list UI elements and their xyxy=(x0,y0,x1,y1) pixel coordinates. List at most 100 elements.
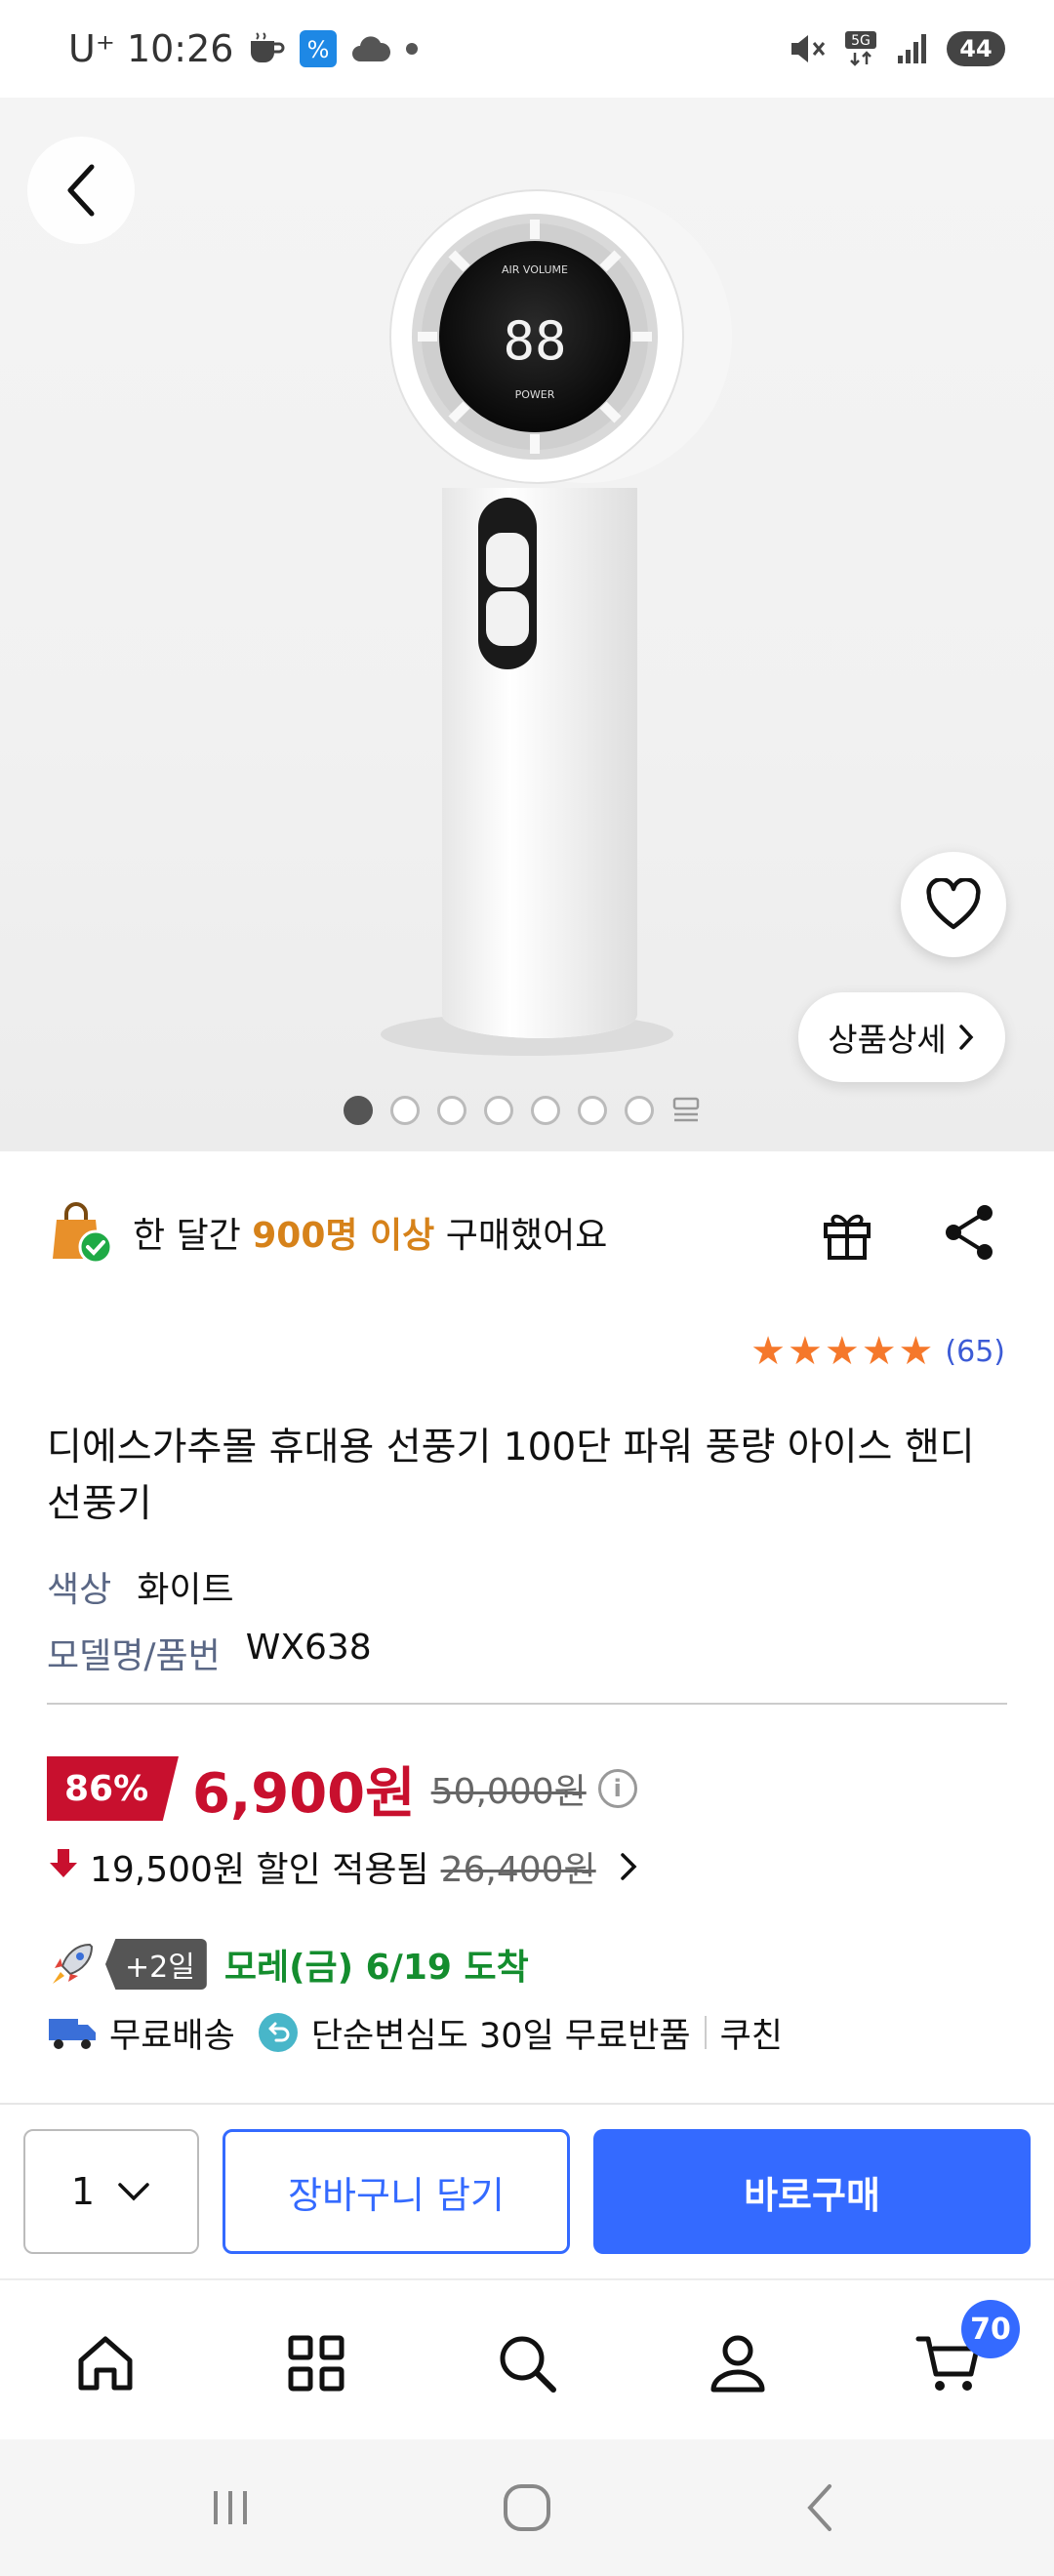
battery-indicator: 44 xyxy=(947,31,1005,66)
nav-home[interactable] xyxy=(66,2324,144,2402)
purchase-action-bar: 1 장바구니 담기 바로구매 xyxy=(0,2103,1054,2278)
share-button[interactable] xyxy=(925,1188,1013,1276)
rocket-icon xyxy=(53,1943,94,1984)
network-5g-icon: 5G xyxy=(843,29,878,68)
notification-dot-icon xyxy=(405,42,419,56)
grid-icon xyxy=(288,2335,345,2392)
delivery-eta-row: +2일 모레(금) 6/19 도착 xyxy=(47,1932,529,1996)
svg-text:5G: 5G xyxy=(851,33,871,49)
spec-color: 색상 화이트 xyxy=(47,1561,234,1612)
spec-key: 모델명/품번 xyxy=(47,1636,221,1676)
discount-detail-row[interactable]: 19,500원 할인 적용됨 26,400원 xyxy=(47,1834,643,1899)
separator xyxy=(704,2016,707,2049)
mute-icon xyxy=(789,31,826,66)
price-row: 86% 6,900원 50,000원 i xyxy=(47,1750,637,1828)
star-icon: ★ xyxy=(787,1329,823,1374)
add-to-cart-button[interactable]: 장바구니 담기 xyxy=(223,2129,570,2254)
discount-amount: 19,500원 할인 적용됨 xyxy=(90,1850,429,1890)
chevron-left-icon xyxy=(67,164,95,217)
star-icon: ★ xyxy=(750,1329,786,1374)
product-image-carousel[interactable]: AIR VOLUME 88 POWER 상품상세 xyxy=(0,98,1054,1151)
arrival-date: 모레(금) 6/19 도착 xyxy=(223,1948,529,1988)
purchase-stat-row: 한 달간 900명 이상 구매했어요 xyxy=(47,1188,1013,1276)
recents-icon xyxy=(214,2491,247,2524)
back-button[interactable] xyxy=(27,137,135,244)
carousel-indicator xyxy=(344,1096,701,1125)
rating-summary[interactable]: ★ ★ ★ ★ ★ (65) xyxy=(750,1332,1005,1371)
truck-icon xyxy=(49,2019,96,2049)
cloud-icon xyxy=(350,34,391,63)
spec-value: 화이트 xyxy=(137,1570,234,1610)
cart-count-badge: 70 xyxy=(961,2300,1020,2358)
divider xyxy=(47,1703,1007,1705)
pre-discount-price: 26,400원 xyxy=(440,1850,596,1890)
product-title: 디에스가추몰 휴대용 선풍기 100단 파워 풍량 아이스 핸디 선풍기 xyxy=(47,1426,975,1526)
gift-icon xyxy=(824,1214,871,1260)
carousel-dot[interactable] xyxy=(625,1096,654,1125)
star-icon: ★ xyxy=(898,1329,934,1374)
coupon-text: 쿠친 xyxy=(719,2016,784,2056)
status-left: U⁺ 10:26 % xyxy=(68,27,419,70)
spec-key: 색상 xyxy=(47,1570,112,1610)
recents-button[interactable] xyxy=(191,2478,269,2537)
carousel-dot[interactable] xyxy=(484,1096,513,1125)
purchase-stat-highlight: 900명 이상 xyxy=(252,1216,435,1256)
purchase-stat-text: 한 달간 900명 이상 구매했어요 xyxy=(133,1216,608,1256)
arrow-down-icon xyxy=(47,1845,80,1888)
chevron-down-icon xyxy=(118,2183,149,2201)
carrier-time: U⁺ 10:26 xyxy=(68,27,234,70)
bottom-navigation: 70 xyxy=(0,2278,1054,2439)
system-back-button[interactable] xyxy=(781,2478,859,2537)
system-navigation-bar xyxy=(0,2439,1054,2576)
screen-power-label: POWER xyxy=(515,388,555,401)
coffee-icon xyxy=(247,31,286,66)
screen-air-volume-label: AIR VOLUME xyxy=(502,263,568,276)
signal-icon xyxy=(896,32,929,65)
carousel-dot[interactable] xyxy=(531,1096,560,1125)
status-right: 5G 44 xyxy=(789,29,1005,68)
review-count[interactable]: (65) xyxy=(945,1335,1005,1369)
carousel-dot[interactable] xyxy=(437,1096,466,1125)
svg-text:%: % xyxy=(307,36,330,63)
screen-value: 88 xyxy=(503,310,566,372)
spec-model: 모델명/품번 WX638 xyxy=(47,1628,372,1678)
home-icon xyxy=(78,2336,133,2391)
star-icon: ★ xyxy=(861,1329,897,1374)
original-price: 50,000원 xyxy=(430,1772,587,1812)
carousel-dot[interactable] xyxy=(390,1096,420,1125)
return-icon xyxy=(258,2013,298,2052)
chevron-right-icon xyxy=(620,1853,637,1880)
heart-icon xyxy=(926,878,981,930)
shopping-bag-check-icon xyxy=(53,1202,113,1265)
nav-my-page[interactable] xyxy=(699,2324,777,2402)
spec-value: WX638 xyxy=(245,1628,372,1668)
nav-search[interactable] xyxy=(488,2324,566,2402)
share-icon xyxy=(946,1205,993,1260)
discount-rate-badge: 86% xyxy=(47,1756,179,1821)
status-bar: U⁺ 10:26 % 5G 44 xyxy=(0,0,1054,98)
home-button[interactable] xyxy=(488,2478,566,2537)
quantity-select[interactable]: 1 xyxy=(23,2129,199,2254)
return-policy-text: 단순변심도 30일 무료반품 xyxy=(310,2016,691,2056)
wishlist-button[interactable] xyxy=(901,852,1006,957)
gallery-list-icon[interactable] xyxy=(671,1096,701,1125)
product-detail-button[interactable]: 상품상세 xyxy=(798,992,1005,1082)
home-circle-icon xyxy=(504,2484,550,2531)
quantity-value: 1 xyxy=(70,2170,96,2213)
user-icon xyxy=(710,2335,765,2393)
gift-button[interactable] xyxy=(808,1188,886,1276)
sale-price: 6,900원 xyxy=(192,1761,416,1826)
carousel-dot[interactable] xyxy=(578,1096,607,1125)
shipping-benefits-row: 무료배송 단순변심도 30일 무료반품 쿠친 xyxy=(47,2000,783,2065)
chevron-left-icon xyxy=(807,2484,831,2531)
star-icon: ★ xyxy=(824,1329,860,1374)
carousel-dot[interactable] xyxy=(344,1096,373,1125)
chevron-right-icon xyxy=(958,1025,974,1050)
nav-categories[interactable] xyxy=(277,2324,355,2402)
info-icon[interactable]: i xyxy=(597,1769,637,1808)
percent-app-icon: % xyxy=(300,30,338,67)
plus-days-badge: +2일 xyxy=(105,1939,207,1990)
product-detail-label: 상품상세 xyxy=(828,1021,947,1059)
buy-now-button[interactable]: 바로구매 xyxy=(593,2129,1031,2254)
free-shipping-text: 무료배송 xyxy=(109,2016,235,2056)
